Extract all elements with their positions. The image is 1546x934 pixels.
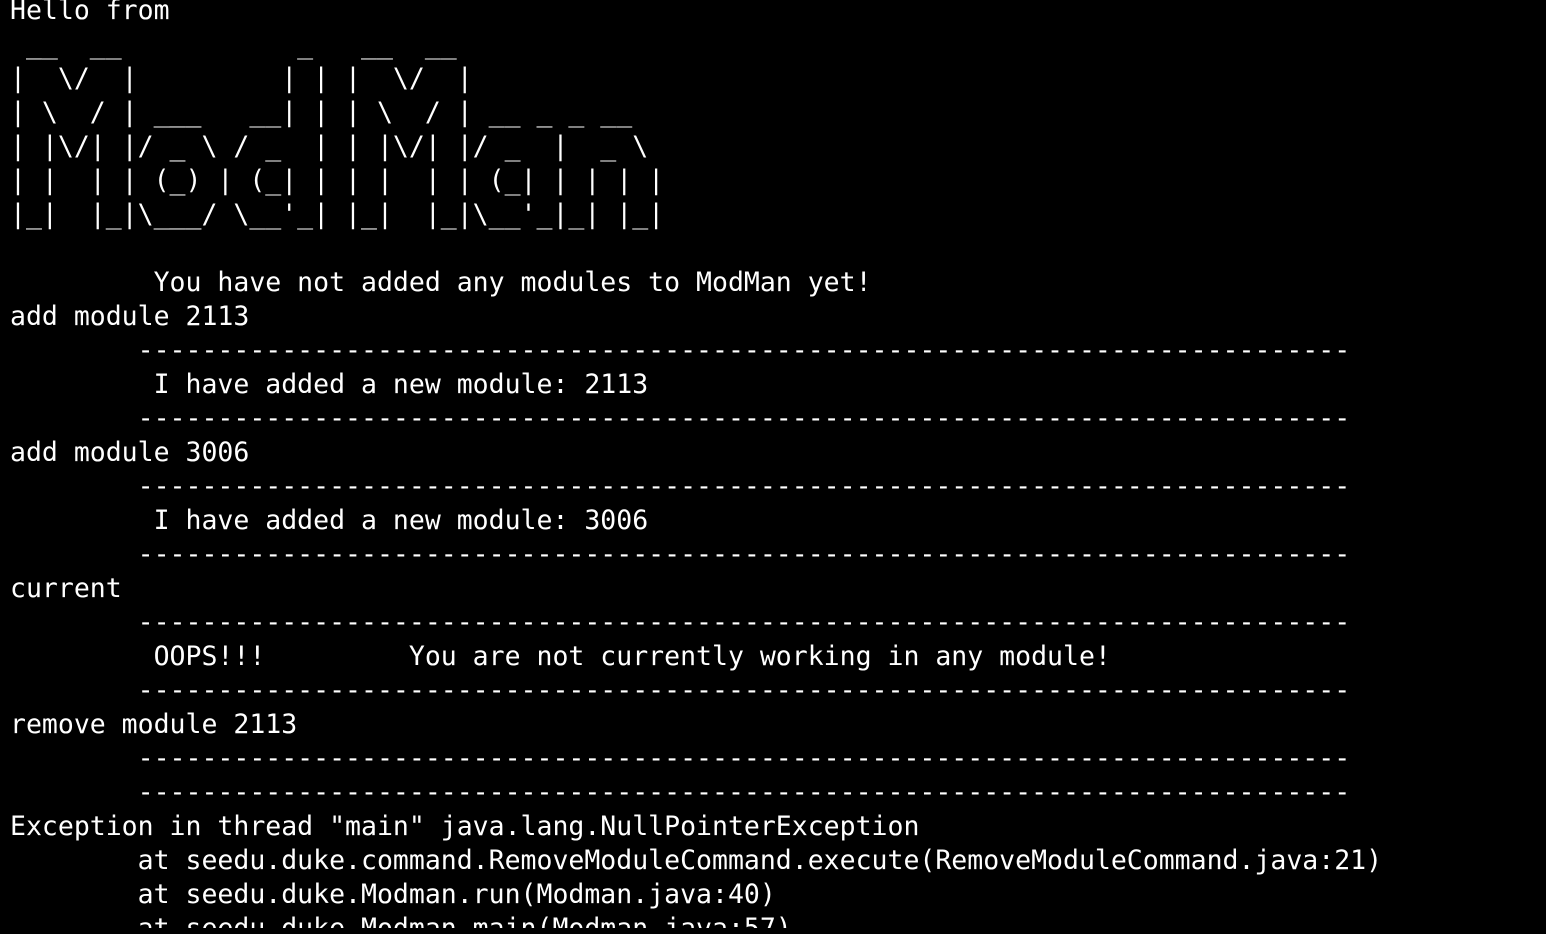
divider-line: ----------------------------------------… <box>10 539 1351 570</box>
divider-line: ----------------------------------------… <box>10 335 1351 366</box>
ascii-logo: __ __ _ __ __ | \/ | | | | \/ | | \ / | … <box>10 28 1546 232</box>
exception-header: Exception in thread "main" java.lang.Nul… <box>10 811 920 842</box>
ascii-logo-line: __ __ _ __ __ <box>10 29 457 60</box>
user-command: add module 2113 <box>10 301 250 332</box>
ascii-logo-line: | \/ | | | | \/ | <box>10 63 473 94</box>
divider-line: ----------------------------------------… <box>10 471 1351 502</box>
divider-line: ----------------------------------------… <box>10 777 1351 808</box>
divider-line: ----------------------------------------… <box>10 675 1351 706</box>
ascii-logo-line: | | | | (_) | (_| | | | | | (_| | | | | <box>10 165 665 196</box>
stack-trace-line: at seedu.duke.command.RemoveModuleComman… <box>10 845 1383 876</box>
divider-line: ----------------------------------------… <box>10 743 1351 774</box>
ascii-logo-line: | |\/| |/ _ \ / _ | | |\/| |/ _ | _ \ <box>10 131 649 162</box>
stack-trace-line: at seedu.duke.Modman.run(Modman.java:40) <box>10 879 776 910</box>
output-error-message: OOPS!!! You are not currently working in… <box>10 641 1111 672</box>
stack-trace-line: at seedu.duke.Modman.main(Modman.java:57… <box>10 912 1546 928</box>
terminal-window[interactable]: Hello from __ __ _ __ __ | \/ | | | | \/… <box>0 0 1546 928</box>
user-command: remove module 2113 <box>10 709 298 740</box>
output-greeting: Hello from <box>10 0 170 26</box>
output-added-module: I have added a new module: 3006 <box>10 505 649 536</box>
user-command: current <box>10 573 122 604</box>
output-no-modules: You have not added any modules to ModMan… <box>10 267 872 298</box>
ascii-logo-line: |_| |_|\___/ \__'_| |_| |_|\__'_|_| |_| <box>10 199 665 230</box>
divider-line: ----------------------------------------… <box>10 607 1351 638</box>
user-command: add module 3006 <box>10 437 250 468</box>
divider-line: ----------------------------------------… <box>10 403 1351 434</box>
output-added-module: I have added a new module: 2113 <box>10 369 649 400</box>
ascii-logo-line: | \ / | ___ __| | | \ / | __ _ _ __ <box>10 97 633 128</box>
